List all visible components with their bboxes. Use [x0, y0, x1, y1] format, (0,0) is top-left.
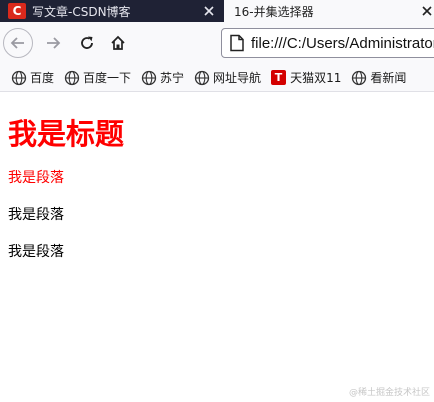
csdn-favicon-icon: C [8, 3, 26, 19]
arrow-left-icon [10, 37, 24, 49]
tmall-icon: T [271, 70, 287, 85]
tab-strip: C 写文章-CSDN博客 16-并集选择器 [0, 0, 434, 22]
navigation-toolbar: file:///C:/Users/Administrator [0, 22, 434, 64]
reload-button[interactable] [72, 28, 102, 58]
reload-icon [81, 36, 93, 49]
tab-union-selector[interactable]: 16-并集选择器 [224, 0, 434, 22]
paragraph: 我是段落 [8, 207, 64, 223]
address-bar[interactable]: file:///C:/Users/Administrator [221, 28, 434, 58]
bookmark-baidu[interactable]: 百度 [11, 69, 54, 86]
bookmarks-bar: 百度 百度一下 苏宁 网址导航 T 天猫双11 看新闻 [0, 64, 434, 92]
url-text: file:///C:/Users/Administrator [251, 34, 434, 52]
paragraph: 我是段落 [8, 170, 64, 186]
bookmark-suning[interactable]: 苏宁 [141, 69, 184, 86]
back-button[interactable] [3, 28, 33, 58]
bookmark-label: 看新闻 [370, 71, 407, 85]
page-content: 我是标题 我是段落 我是段落 我是段落 [8, 92, 428, 262]
bookmark-label: 百度 [30, 71, 55, 85]
close-icon[interactable] [202, 4, 216, 18]
tab-title: 16-并集选择器 [234, 4, 314, 19]
tab-csdn[interactable]: C 写文章-CSDN博客 [0, 0, 224, 22]
globe-icon [141, 70, 157, 85]
bookmark-label: 百度一下 [83, 71, 132, 85]
close-icon[interactable] [420, 4, 434, 18]
arrow-right-icon [47, 37, 61, 49]
home-button[interactable] [103, 28, 133, 58]
page-heading: 我是标题 [8, 117, 125, 151]
page-icon [230, 34, 244, 52]
bookmark-label: 网址导航 [213, 71, 262, 85]
bookmark-tmall[interactable]: T 天猫双11 [271, 69, 341, 86]
bookmark-url-nav[interactable]: 网址导航 [194, 69, 261, 86]
bookmark-label: 天猫双11 [290, 71, 342, 85]
bookmark-label: 苏宁 [160, 71, 185, 85]
paragraph: 我是段落 [8, 244, 64, 260]
globe-icon [194, 70, 210, 85]
home-icon [111, 35, 125, 50]
tab-title: 写文章-CSDN博客 [32, 4, 131, 19]
bookmark-news[interactable]: 看新闻 [351, 69, 406, 86]
globe-icon [11, 70, 27, 85]
watermark: @稀土掘金技术社区 [348, 388, 430, 398]
globe-icon [352, 70, 367, 85]
globe-icon [64, 70, 80, 85]
forward-button[interactable] [38, 28, 68, 58]
bookmark-baidu-search[interactable]: 百度一下 [64, 69, 131, 86]
